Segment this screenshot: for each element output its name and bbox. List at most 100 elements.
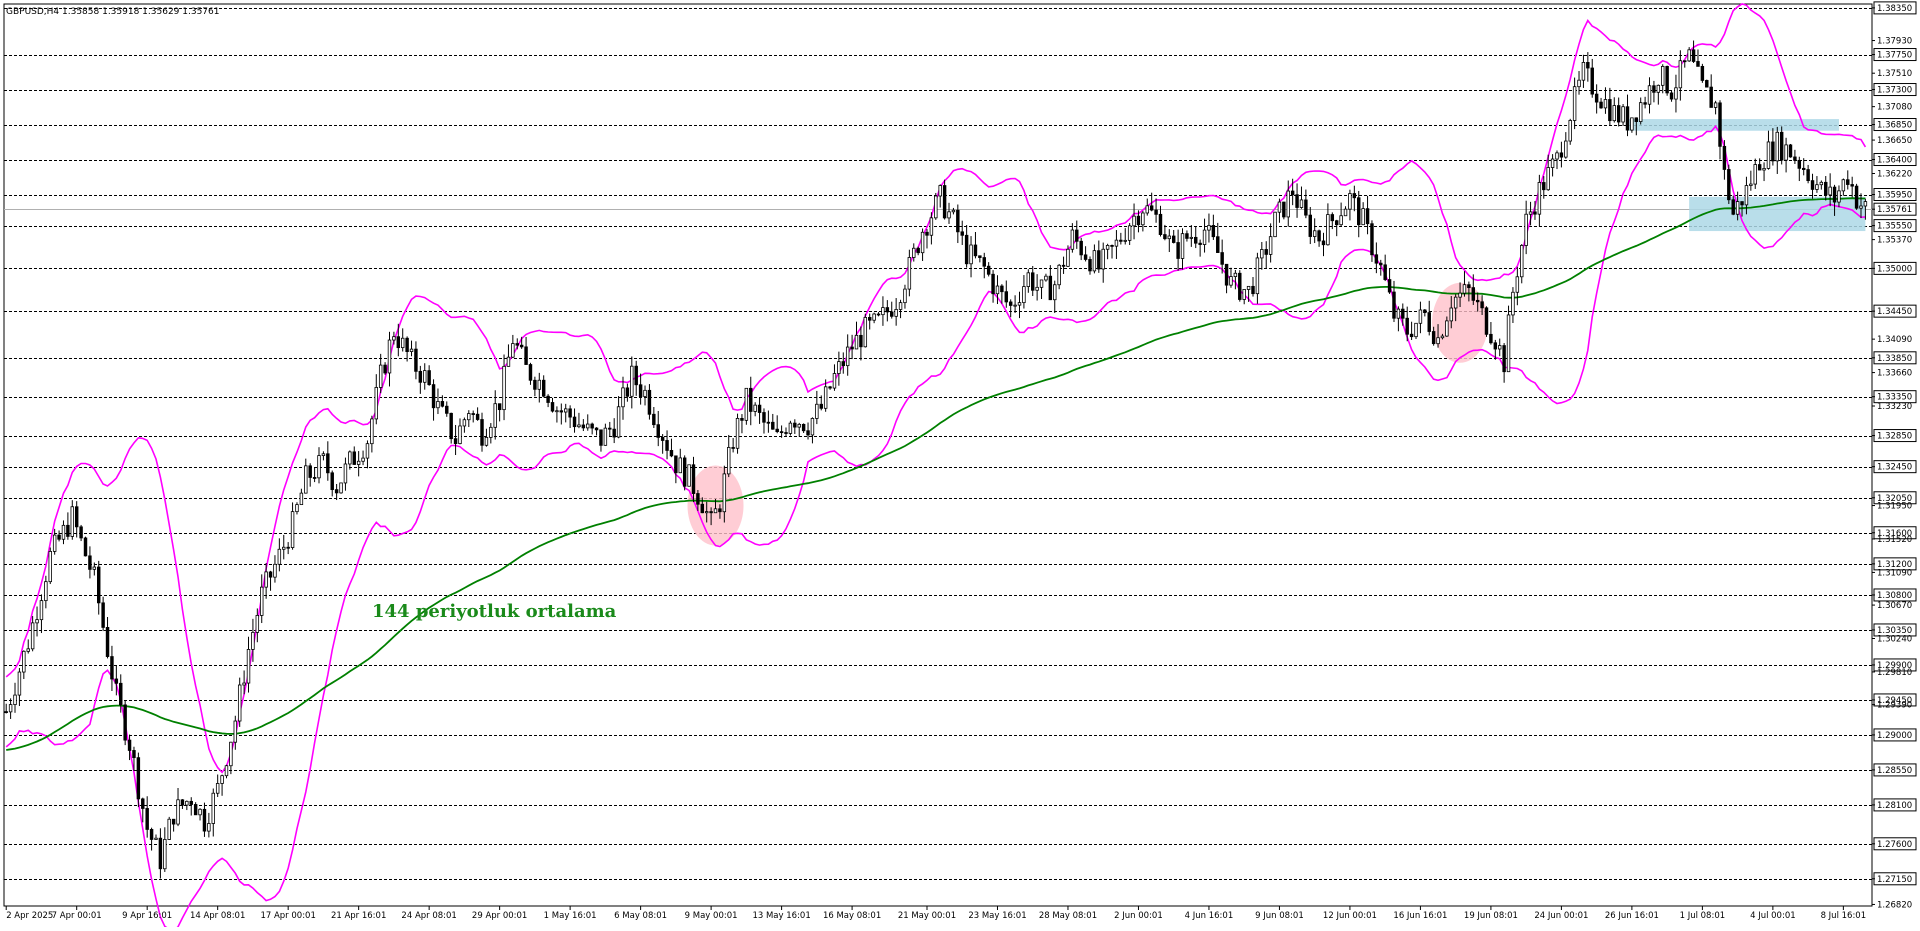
candle-body — [180, 799, 185, 806]
candle-body — [1590, 67, 1594, 95]
candle-body — [35, 619, 39, 624]
candle-body — [594, 427, 599, 431]
price-tick-label: 1.30240 — [1877, 635, 1912, 645]
candle-body — [1775, 131, 1779, 162]
price-tick-label: 1.35000 — [1877, 264, 1912, 274]
candle-body — [779, 431, 784, 434]
price-tick-label: 1.31520 — [1877, 535, 1912, 545]
candle-body — [753, 404, 757, 412]
time-tick-label: 23 May 16:01 — [968, 911, 1026, 921]
candle-body — [1480, 301, 1484, 309]
candle-body — [797, 423, 801, 428]
candle-body — [872, 313, 876, 321]
candle-body — [1779, 131, 1784, 161]
candle-body — [1189, 236, 1194, 239]
candle-body — [1784, 144, 1788, 161]
candlesticks — [4, 40, 1868, 879]
candle-body — [727, 447, 731, 475]
candle-body — [246, 649, 251, 684]
time-axis: 2 Apr 20257 Apr 00:01 9 Apr 16:01 14 Apr 0… — [5, 906, 1866, 921]
candle-body — [555, 410, 559, 413]
candle-body — [365, 443, 370, 459]
candle-body — [352, 451, 356, 465]
candle-body — [378, 364, 383, 388]
candle-body — [581, 424, 586, 429]
price-tick-label: 1.33230 — [1877, 402, 1912, 412]
candle-body — [1832, 186, 1837, 203]
candle-body — [282, 546, 286, 550]
candle-body — [1004, 291, 1009, 303]
candle-body — [61, 524, 66, 540]
candle-body — [145, 808, 149, 830]
candle-body — [1625, 106, 1630, 131]
symbol-header: GBPUSD,H4 1.35858 1.35918 1.35629 1.3576… — [6, 7, 219, 17]
candle-body — [251, 631, 255, 650]
candle-body — [1088, 259, 1092, 272]
candle-body — [652, 413, 656, 426]
candle-body — [1286, 190, 1290, 218]
candle-body — [1506, 314, 1511, 373]
candle-body — [330, 472, 334, 491]
candle-body — [22, 650, 26, 673]
candle-body — [1242, 289, 1246, 300]
candle-body — [612, 428, 616, 438]
candle-body — [1467, 284, 1471, 289]
candle-body — [1216, 236, 1220, 253]
candle-body — [1414, 322, 1418, 338]
candle-body — [39, 600, 44, 621]
candle-body — [568, 408, 572, 418]
candle-body — [308, 465, 312, 478]
candle-body — [973, 244, 978, 257]
candle-body — [956, 209, 960, 233]
candle-body — [1379, 262, 1383, 266]
price-tick-label: 1.32850 — [1877, 432, 1912, 442]
candle-body — [198, 808, 202, 816]
candle-body — [1158, 213, 1163, 235]
price-tick-label: 1.35550 — [1877, 222, 1912, 232]
candle-body — [339, 482, 343, 494]
candle-body — [1312, 230, 1317, 237]
candle-body — [1105, 245, 1110, 250]
candle-body — [1841, 179, 1846, 192]
candle-body — [1788, 144, 1793, 158]
candle-body — [489, 426, 493, 438]
price-tick-label: 1.37510 — [1877, 69, 1912, 79]
candle-body — [392, 336, 396, 341]
candle-body — [788, 422, 793, 434]
candle-body — [1352, 193, 1357, 199]
candle-body — [66, 524, 70, 537]
candle-body — [1683, 60, 1687, 63]
candle-body — [771, 421, 775, 430]
moving-average-label: 144 periyotluk ortalama — [372, 601, 617, 622]
candle-body — [136, 757, 141, 800]
candle-body — [634, 365, 638, 386]
candle-body — [1564, 140, 1568, 158]
candle-body — [52, 534, 57, 552]
candle-body — [1797, 159, 1802, 169]
candle-body — [1119, 239, 1123, 242]
candle-body — [1489, 333, 1493, 344]
candle-body — [1123, 239, 1127, 242]
candle-body — [1370, 223, 1374, 256]
candle-body — [1828, 186, 1832, 196]
price-chart[interactable]: 1.38350 1.37930 1.37750 1.37510 1.37300 1.370… — [0, 0, 1920, 931]
candle-body — [431, 384, 436, 409]
candle-body — [1185, 233, 1189, 239]
candle-body — [819, 403, 823, 409]
chart-canvas[interactable]: 1.38350 1.37930 1.37750 1.37510 1.37300 1.370… — [0, 0, 1920, 931]
time-tick-label: 9 Jun 08:01 — [1255, 911, 1304, 921]
time-tick-label: 21 Apr 16:01 — [331, 911, 386, 921]
time-tick-label: 14 Apr 08:01 — [190, 911, 245, 921]
candle-body — [863, 317, 868, 348]
time-tick-label: 16 Jun 16:01 — [1393, 911, 1447, 921]
candle-body — [665, 440, 669, 451]
candle-body — [806, 430, 810, 436]
candle-body — [1621, 106, 1625, 123]
candle-body — [1669, 92, 1674, 100]
candle-body — [1577, 79, 1581, 88]
candle-body — [1475, 299, 1480, 303]
candle-body — [229, 741, 233, 767]
candle-body — [1520, 245, 1524, 278]
candle-body — [1740, 201, 1744, 206]
candle-body — [1013, 304, 1017, 307]
